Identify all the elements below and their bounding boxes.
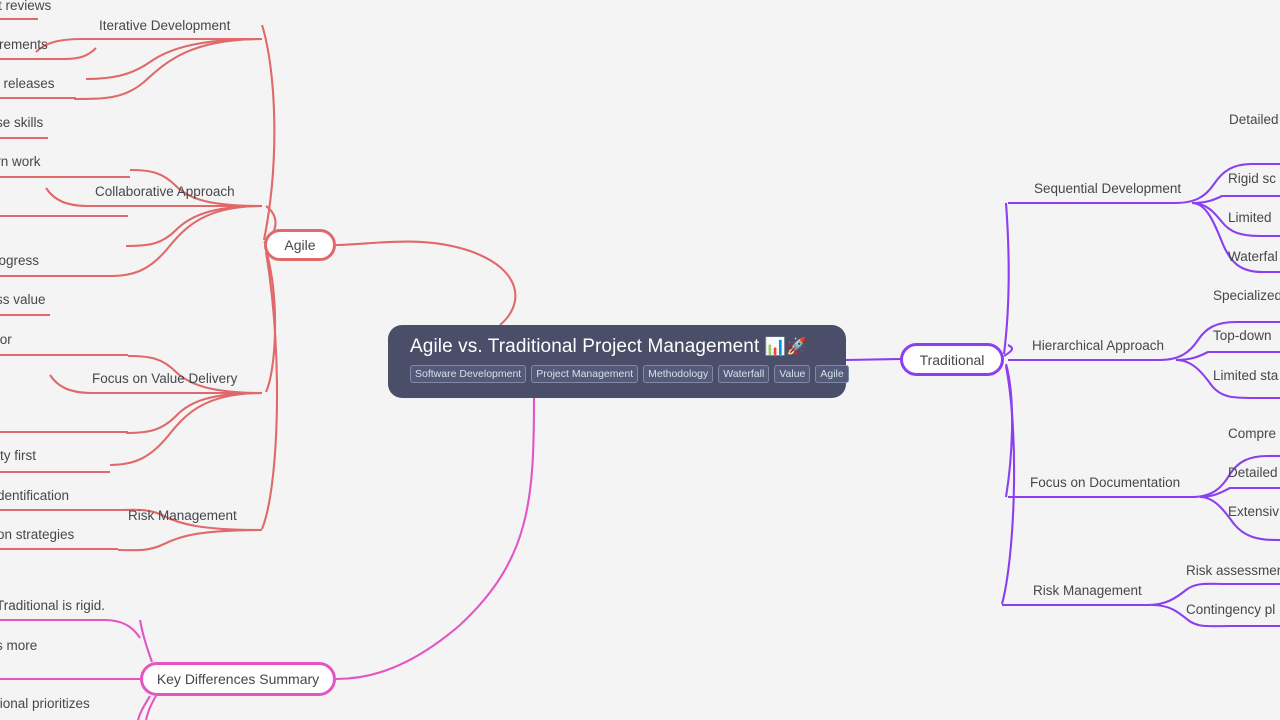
leaf-label[interactable]: s more — [0, 636, 37, 655]
leaf-label[interactable]: t reviews — [0, 0, 51, 15]
leaf-label[interactable]: Rigid sc — [1228, 169, 1276, 188]
leaf-label[interactable]: Limited sta beginning — [1213, 366, 1280, 385]
leaf-label[interactable]: ss value — [0, 290, 46, 309]
leaf-label[interactable]: Detailed beginnin — [1229, 110, 1280, 129]
leaf-label[interactable]: Risk assessmen — [1186, 561, 1280, 580]
leaf-label[interactable]: ion strategies — [0, 525, 74, 544]
root-title-emoji: 📊🚀 — [764, 337, 808, 356]
leaf-label[interactable]: se skills — [0, 113, 43, 132]
leaf-label[interactable]: Specialized — [1213, 286, 1280, 305]
topic-label-hierarchical-approach[interactable]: Hierarchical Approach — [1032, 336, 1164, 355]
root-title-text: Agile vs. Traditional Project Management — [410, 336, 760, 357]
leaf-label[interactable]: vn work — [0, 152, 41, 171]
root-tag-list: Software Development Project Management … — [410, 365, 849, 383]
branch-node-key-differences-summary[interactable]: Key Differences Summary — [140, 662, 336, 696]
leaf-label[interactable]: lity first — [0, 446, 36, 465]
topic-label-risk-management-agile[interactable]: Risk Management — [128, 506, 237, 525]
leaf-label[interactable]: rogress — [0, 251, 39, 270]
branch-node-agile[interactable]: Agile — [264, 229, 336, 261]
topic-label-sequential-development[interactable]: Sequential Development — [1034, 179, 1181, 198]
topic-label-collaborative-approach[interactable]: Collaborative Approach — [95, 182, 235, 201]
root-tag[interactable]: Methodology — [643, 365, 714, 383]
root-tag[interactable]: Software Development — [410, 365, 527, 383]
leaf-label[interactable]: identification — [0, 486, 69, 505]
leaf-label[interactable]: Top-down — [1213, 326, 1272, 345]
leaf-label[interactable]: Extensiv lifecycle — [1228, 502, 1280, 521]
leaf-label[interactable]: for — [0, 330, 12, 349]
leaf-label[interactable]: Traditional is rigid. — [0, 596, 105, 615]
leaf-label[interactable]: Detailed — [1228, 463, 1278, 482]
topic-label-focus-on-value-delivery[interactable]: Focus on Value Delivery — [92, 369, 237, 388]
topic-label-iterative-development[interactable]: Iterative Development — [99, 16, 230, 35]
leaf-label[interactable]: Waterfal — [1228, 247, 1278, 266]
mindmap-canvas: Agile vs. Traditional Project Management… — [0, 0, 1280, 720]
topic-label-focus-on-documentation[interactable]: Focus on Documentation — [1030, 473, 1180, 492]
root-tag[interactable]: Project Management — [531, 365, 639, 383]
root-tag[interactable]: Value — [774, 365, 811, 383]
root-node[interactable]: Agile vs. Traditional Project Management… — [388, 325, 849, 398]
leaf-label[interactable]: Compre — [1228, 424, 1276, 443]
leaf-label[interactable]: irements — [0, 35, 48, 54]
topic-label-risk-management-traditional[interactable]: Risk Management — [1033, 581, 1142, 600]
root-tag[interactable]: Waterfall — [718, 365, 770, 383]
root-title: Agile vs. Traditional Project Management… — [410, 335, 824, 359]
root-tag[interactable]: Agile — [815, 365, 849, 383]
leaf-label[interactable]: tional prioritizes — [0, 694, 90, 713]
leaf-label[interactable]: Contingency pl — [1186, 600, 1275, 619]
branch-node-traditional[interactable]: Traditional — [900, 343, 1004, 376]
leaf-label[interactable]: Limited — [1228, 208, 1272, 227]
leaf-label[interactable]: t releases — [0, 74, 55, 93]
